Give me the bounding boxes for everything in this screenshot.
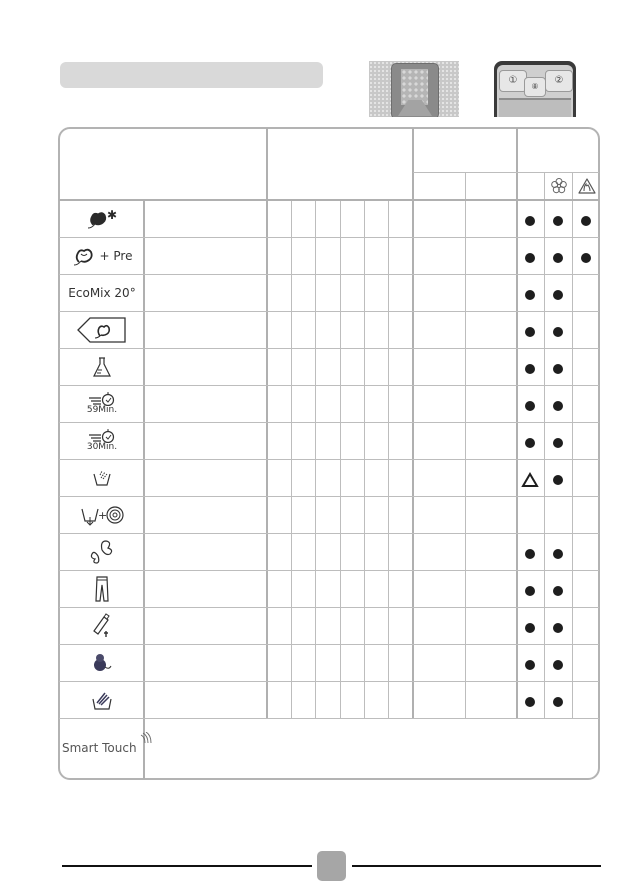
section-title-bar: [60, 62, 323, 88]
suitability-dot: [553, 696, 563, 707]
cotton-icon: [72, 244, 96, 268]
program-label-text: EcoMix 20°: [68, 285, 136, 300]
jeans-icon: [94, 575, 110, 603]
grid-line: [412, 128, 414, 718]
suitability-dot: [525, 400, 535, 411]
grid-line: [465, 172, 466, 718]
program-row-label: 59Min.: [60, 385, 144, 422]
smart-touch-text: Smart Touch: [62, 741, 137, 755]
baby-bottle-icon: [90, 612, 114, 639]
suitability-dot: [525, 252, 535, 263]
suitability-dot: [525, 659, 535, 670]
page-number-badge: [317, 851, 346, 881]
panel-button-1: ①: [499, 70, 527, 92]
program-label-text: 30Min.: [86, 442, 118, 452]
panel-base: [499, 98, 571, 117]
program-label-text: + Pre: [99, 248, 133, 263]
program-row-label: [60, 681, 144, 718]
suitability-dot: [553, 585, 563, 596]
suitability-dot: [553, 622, 563, 633]
suitability-dot: [553, 659, 563, 670]
butterfly-delicates-icon: [88, 538, 116, 566]
program-row-label: 30Min.: [60, 422, 144, 459]
suitability-dot: [525, 289, 535, 300]
suitability-dot: [581, 252, 591, 263]
program-row-label: [60, 348, 144, 385]
panel-button-center: ⑧: [524, 77, 546, 97]
suitability-dot: [525, 437, 535, 448]
detergent-drawer-photo: [369, 61, 459, 117]
suitability-dot: [525, 326, 535, 337]
rinse-icon: [92, 469, 112, 487]
nfc-wave-icon: [141, 731, 152, 744]
program-row-label: EcoMix 20°: [60, 274, 144, 311]
program-row-label: ✱: [60, 200, 144, 237]
panel-button-2: ②: [545, 70, 573, 92]
flower-fabric-softener-icon: [546, 175, 572, 197]
drawer-slot: [391, 63, 439, 117]
grid-line: [413, 172, 599, 173]
grid-line: [544, 172, 545, 718]
program-row-label: [60, 533, 144, 570]
flask-icon: [92, 356, 112, 378]
grid-line: [516, 128, 518, 718]
program-row-label: [60, 607, 144, 644]
drawer-insert: [401, 69, 428, 105]
svg-text:✱: ✱: [107, 208, 117, 222]
suitability-dot: [553, 437, 563, 448]
rapid-timer-icon: [87, 429, 117, 443]
program-row-label: [60, 644, 144, 681]
flame-icon: [574, 175, 600, 197]
suitability-dot: [553, 363, 563, 374]
grid-line: [572, 172, 573, 718]
footer-rule-right: [352, 865, 601, 867]
panel-body: ① ⑧ ②: [497, 65, 573, 117]
suitability-dot: [553, 400, 563, 411]
program-row-label: [60, 311, 144, 348]
suitability-dot: [525, 363, 535, 374]
rapid-timer-icon: [87, 392, 117, 406]
program-label-text: 59Min.: [86, 405, 118, 415]
suitability-dot: [581, 215, 591, 226]
cotton-tag-icon: [76, 316, 128, 344]
cotton-plus-icon: ✱: [85, 207, 119, 231]
svg-text:+: +: [98, 509, 107, 522]
suitability-dot: [553, 215, 563, 226]
suitability-dot: [525, 622, 535, 633]
hand-wash-icon: [91, 689, 113, 711]
smart-touch-label: Smart Touch: [62, 731, 152, 755]
suitability-dot: [525, 548, 535, 559]
drain-spin-icon: +: [80, 503, 124, 527]
suitability-dot: [525, 215, 535, 226]
program-row-label: [60, 570, 144, 607]
suitability-dot: [553, 289, 563, 300]
suitability-dot: [553, 548, 563, 559]
suitability-dot: [553, 252, 563, 263]
footer-rule-left: [62, 865, 312, 867]
suitability-dot: [553, 474, 563, 485]
program-row-label: + Pre: [60, 237, 144, 274]
suitability-dot: [553, 326, 563, 337]
wool-yarn-icon: [91, 652, 113, 674]
optional-triangle-icon: [521, 471, 539, 487]
suitability-dot: [525, 585, 535, 596]
program-row-label: [60, 459, 144, 496]
program-row-label: +: [60, 496, 144, 533]
grid-line: [266, 128, 268, 718]
suitability-dot: [525, 696, 535, 707]
grid-line: [59, 718, 599, 719]
control-panel-photo: ① ⑧ ②: [494, 61, 576, 117]
